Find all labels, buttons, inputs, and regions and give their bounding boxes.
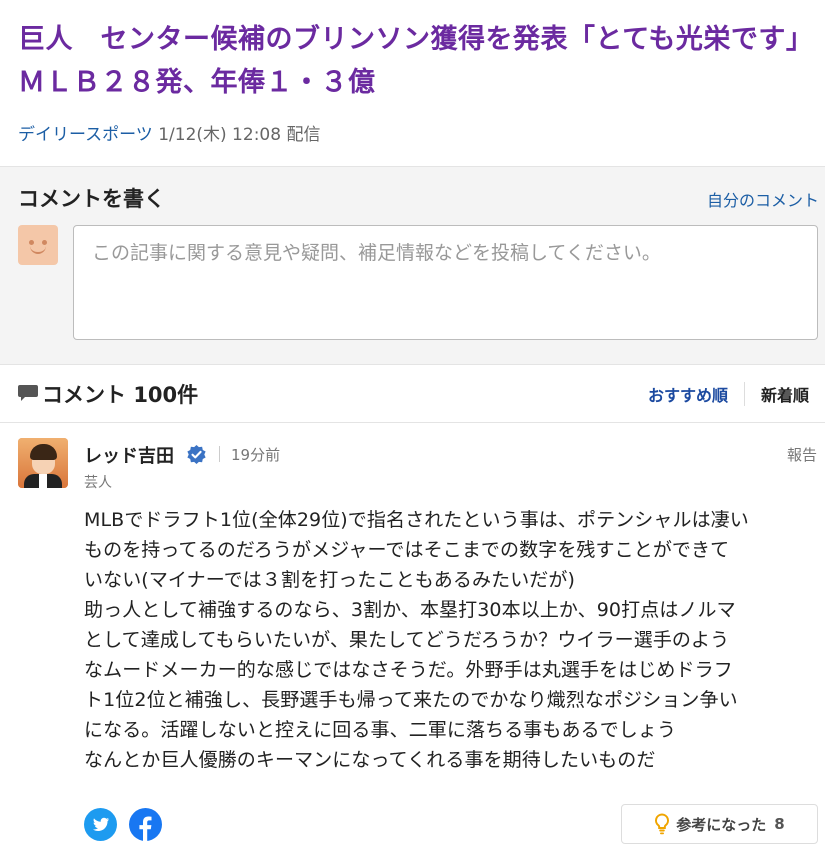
comment-item: レッド吉田 19分前 報告 芸人 MLBでドラフト1位(全体29位)で指名された… — [0, 424, 825, 850]
comments-header: コメント 100件 おすすめ順 新着順 — [0, 365, 825, 423]
helpful-button[interactable]: 参考になった 8 — [621, 804, 818, 844]
article-title: 巨人 センター候補のブリンソン獲得を発表「とても光栄です」ＭＬＢ２８発、年俸１・… — [18, 24, 814, 98]
verified-badge-icon — [187, 445, 206, 464]
comment-line: になる。活躍しないと控えに回る事、二軍に落ちる事もあるでしょう — [84, 719, 677, 741]
write-comment-title: コメントを書く — [18, 187, 165, 211]
smile-avatar-icon — [18, 225, 58, 265]
comment-line: として達成してもらいたいが、果たしてどうだろうか？ウイラー選手のよう — [84, 629, 730, 651]
twitter-share-button[interactable] — [84, 808, 117, 841]
comment-line: ものを持ってるのだろうがメジャーではそこまでの数字を残すことができて — [84, 539, 730, 561]
report-link[interactable]: 報告 — [787, 444, 817, 465]
comment-line: ト1位2位と補強し、長野選手も帰って来たのでかなり熾烈なポジション争い — [84, 689, 738, 711]
helpful-count: 8 — [774, 815, 785, 833]
lightbulb-icon — [655, 813, 670, 835]
comment-author-name[interactable]: レッド吉田 — [84, 442, 174, 468]
twitter-icon — [93, 817, 109, 831]
article-source-link[interactable]: デイリースポーツ — [18, 125, 153, 145]
sort-tab-newest[interactable]: 新着順 — [745, 382, 809, 406]
article-published-label: 配信 — [286, 125, 321, 145]
comments-count: コメント 100件 — [42, 379, 198, 409]
comment-input[interactable] — [73, 225, 818, 340]
facebook-icon — [139, 816, 152, 841]
comment-line: なんとか巨人優勝のキーマンになってくれる事を期待したいものだ — [84, 749, 656, 771]
comments-count-value: 100件 — [133, 383, 199, 407]
sort-tabs: おすすめ順 新着順 — [632, 382, 809, 406]
my-comments-link[interactable]: 自分のコメント — [707, 187, 819, 211]
comment-line: MLBでドラフト1位(全体29位)で指名されたという事は、ポテンシャルは凄い — [84, 509, 749, 531]
comment-body: MLBでドラフト1位(全体29位)で指名されたという事は、ポテンシャルは凄い も… — [84, 505, 822, 775]
comment-bubble-icon — [18, 385, 38, 401]
author-avatar[interactable] — [18, 438, 68, 488]
article-meta: デイリースポーツ 1/12(木) 12:08 配信 — [18, 120, 320, 145]
write-comment-section: コメントを書く 自分のコメント — [0, 166, 825, 365]
sort-tab-recommended[interactable]: おすすめ順 — [632, 382, 744, 406]
comment-time: 19分前 — [231, 446, 281, 464]
helpful-label: 参考になった — [676, 815, 767, 834]
article-header: 巨人 センター候補のブリンソン獲得を発表「とても光栄です」ＭＬＢ２８発、年俸１・… — [0, 0, 825, 166]
comment-line: いない(マイナーでは３割を打ったこともあるみたいだが) — [84, 569, 576, 591]
article-date: 1/12(木) 12:08 — [158, 125, 282, 145]
facebook-share-button[interactable] — [129, 808, 162, 841]
comments-label: コメント — [42, 383, 126, 407]
author-time-divider — [219, 446, 220, 462]
author-role: 芸人 — [84, 475, 112, 491]
comment-line: なムードメーカー的な感じではなさそうだ。外野手は丸選手をはじめドラフ — [84, 659, 733, 681]
comment-line: 助っ人として補強するのなら、3割か、本塁打30本以上か、90打点はノルマ — [84, 599, 736, 621]
